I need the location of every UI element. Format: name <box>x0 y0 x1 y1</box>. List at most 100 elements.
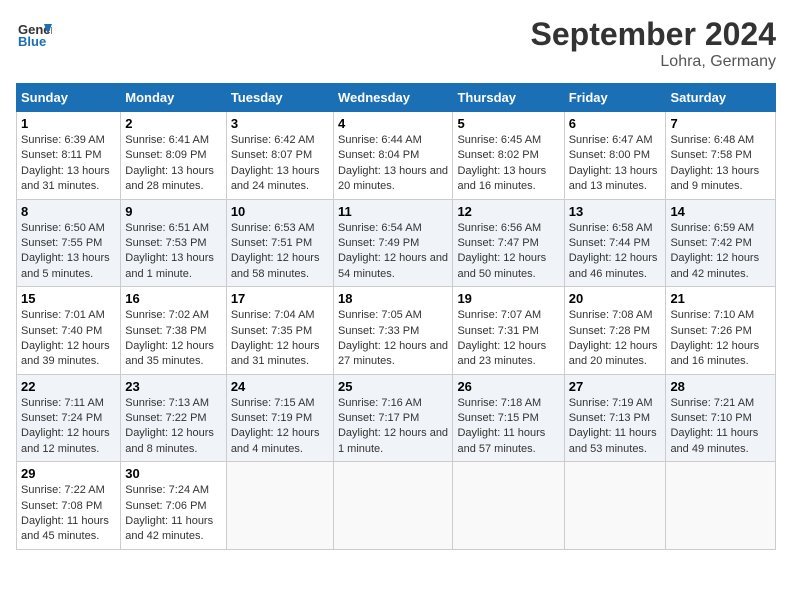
day-number: 1 <box>21 116 116 131</box>
day-number: 3 <box>231 116 329 131</box>
day-number: 23 <box>125 379 222 394</box>
calendar-week-row: 22 Sunrise: 7:11 AM Sunset: 7:24 PM Dayl… <box>17 374 776 462</box>
day-info: Sunrise: 7:15 AM Sunset: 7:19 PM Dayligh… <box>231 396 329 458</box>
calendar-cell: 27 Sunrise: 7:19 AM Sunset: 7:13 PM Dayl… <box>564 374 666 462</box>
daylight-label: Daylight: 13 hours and 13 minutes. <box>569 165 658 192</box>
sunset-label: Sunset: 7:55 PM <box>21 237 102 249</box>
sunrise-label: Sunrise: 6:48 AM <box>670 134 754 146</box>
sunrise-label: Sunrise: 7:15 AM <box>231 397 315 409</box>
day-info: Sunrise: 7:02 AM Sunset: 7:38 PM Dayligh… <box>125 308 222 370</box>
sunset-label: Sunset: 8:00 PM <box>569 149 650 161</box>
calendar-cell: 7 Sunrise: 6:48 AM Sunset: 7:58 PM Dayli… <box>666 112 776 200</box>
daylight-label: Daylight: 12 hours and 12 minutes. <box>21 427 110 454</box>
calendar-cell: 24 Sunrise: 7:15 AM Sunset: 7:19 PM Dayl… <box>226 374 333 462</box>
sunrise-label: Sunrise: 7:11 AM <box>21 397 104 409</box>
sunrise-label: Sunrise: 7:13 AM <box>125 397 209 409</box>
day-info: Sunrise: 6:56 AM Sunset: 7:47 PM Dayligh… <box>457 221 559 283</box>
day-info: Sunrise: 7:11 AM Sunset: 7:24 PM Dayligh… <box>21 396 116 458</box>
header-tuesday: Tuesday <box>226 84 333 112</box>
daylight-label: Daylight: 12 hours and 27 minutes. <box>338 340 448 367</box>
day-info: Sunrise: 7:19 AM Sunset: 7:13 PM Dayligh… <box>569 396 662 458</box>
day-info: Sunrise: 6:47 AM Sunset: 8:00 PM Dayligh… <box>569 133 662 195</box>
sunset-label: Sunset: 7:53 PM <box>125 237 206 249</box>
day-number: 24 <box>231 379 329 394</box>
calendar-cell: 8 Sunrise: 6:50 AM Sunset: 7:55 PM Dayli… <box>17 199 121 287</box>
day-number: 17 <box>231 291 329 306</box>
sunrise-label: Sunrise: 6:44 AM <box>338 134 422 146</box>
sunrise-label: Sunrise: 6:45 AM <box>457 134 541 146</box>
calendar-body: 1 Sunrise: 6:39 AM Sunset: 8:11 PM Dayli… <box>17 112 776 550</box>
header-saturday: Saturday <box>666 84 776 112</box>
calendar-cell: 22 Sunrise: 7:11 AM Sunset: 7:24 PM Dayl… <box>17 374 121 462</box>
day-info: Sunrise: 6:51 AM Sunset: 7:53 PM Dayligh… <box>125 221 222 283</box>
calendar-cell: 4 Sunrise: 6:44 AM Sunset: 8:04 PM Dayli… <box>333 112 452 200</box>
calendar-cell: 23 Sunrise: 7:13 AM Sunset: 7:22 PM Dayl… <box>121 374 227 462</box>
location-subtitle: Lohra, Germany <box>531 53 776 71</box>
daylight-label: Daylight: 11 hours and 42 minutes. <box>125 515 213 542</box>
sunrise-label: Sunrise: 7:16 AM <box>338 397 422 409</box>
day-number: 6 <box>569 116 662 131</box>
daylight-label: Daylight: 12 hours and 20 minutes. <box>569 340 658 367</box>
calendar-cell: 18 Sunrise: 7:05 AM Sunset: 7:33 PM Dayl… <box>333 287 452 375</box>
daylight-label: Daylight: 13 hours and 20 minutes. <box>338 165 448 192</box>
sunset-label: Sunset: 7:38 PM <box>125 325 206 337</box>
day-info: Sunrise: 6:41 AM Sunset: 8:09 PM Dayligh… <box>125 133 222 195</box>
daylight-label: Daylight: 12 hours and 16 minutes. <box>670 340 759 367</box>
calendar-cell: 25 Sunrise: 7:16 AM Sunset: 7:17 PM Dayl… <box>333 374 452 462</box>
day-number: 29 <box>21 466 116 481</box>
calendar-cell: 13 Sunrise: 6:58 AM Sunset: 7:44 PM Dayl… <box>564 199 666 287</box>
sunset-label: Sunset: 7:47 PM <box>457 237 538 249</box>
day-number: 7 <box>670 116 771 131</box>
day-number: 14 <box>670 204 771 219</box>
calendar-cell: 26 Sunrise: 7:18 AM Sunset: 7:15 PM Dayl… <box>453 374 564 462</box>
day-info: Sunrise: 7:04 AM Sunset: 7:35 PM Dayligh… <box>231 308 329 370</box>
day-number: 30 <box>125 466 222 481</box>
daylight-label: Daylight: 12 hours and 8 minutes. <box>125 427 214 454</box>
day-info: Sunrise: 6:45 AM Sunset: 8:02 PM Dayligh… <box>457 133 559 195</box>
calendar-cell <box>564 462 666 550</box>
day-number: 16 <box>125 291 222 306</box>
svg-text:Blue: Blue <box>18 34 46 49</box>
daylight-label: Daylight: 13 hours and 24 minutes. <box>231 165 320 192</box>
day-info: Sunrise: 6:53 AM Sunset: 7:51 PM Dayligh… <box>231 221 329 283</box>
sunset-label: Sunset: 8:07 PM <box>231 149 312 161</box>
sunrise-label: Sunrise: 6:42 AM <box>231 134 315 146</box>
day-info: Sunrise: 7:07 AM Sunset: 7:31 PM Dayligh… <box>457 308 559 370</box>
day-number: 10 <box>231 204 329 219</box>
sunrise-label: Sunrise: 7:19 AM <box>569 397 653 409</box>
logo: General Blue <box>16 16 52 52</box>
sunrise-label: Sunrise: 7:22 AM <box>21 484 105 496</box>
sunset-label: Sunset: 7:49 PM <box>338 237 419 249</box>
daylight-label: Daylight: 13 hours and 28 minutes. <box>125 165 214 192</box>
daylight-label: Daylight: 12 hours and 46 minutes. <box>569 252 658 279</box>
sunset-label: Sunset: 8:04 PM <box>338 149 419 161</box>
sunrise-label: Sunrise: 6:54 AM <box>338 222 422 234</box>
daylight-label: Daylight: 12 hours and 42 minutes. <box>670 252 759 279</box>
day-number: 25 <box>338 379 448 394</box>
sunset-label: Sunset: 7:15 PM <box>457 412 538 424</box>
sunrise-label: Sunrise: 7:05 AM <box>338 309 422 321</box>
sunrise-label: Sunrise: 6:47 AM <box>569 134 653 146</box>
calendar-cell <box>453 462 564 550</box>
calendar-cell: 9 Sunrise: 6:51 AM Sunset: 7:53 PM Dayli… <box>121 199 227 287</box>
day-number: 9 <box>125 204 222 219</box>
day-number: 28 <box>670 379 771 394</box>
day-number: 22 <box>21 379 116 394</box>
day-number: 20 <box>569 291 662 306</box>
title-block: September 2024 Lohra, Germany <box>531 16 776 71</box>
calendar-table: Sunday Monday Tuesday Wednesday Thursday… <box>16 83 776 550</box>
daylight-label: Daylight: 11 hours and 57 minutes. <box>457 427 545 454</box>
day-info: Sunrise: 7:13 AM Sunset: 7:22 PM Dayligh… <box>125 396 222 458</box>
day-number: 2 <box>125 116 222 131</box>
sunset-label: Sunset: 7:06 PM <box>125 500 206 512</box>
day-number: 26 <box>457 379 559 394</box>
day-info: Sunrise: 6:48 AM Sunset: 7:58 PM Dayligh… <box>670 133 771 195</box>
calendar-cell: 19 Sunrise: 7:07 AM Sunset: 7:31 PM Dayl… <box>453 287 564 375</box>
calendar-cell: 21 Sunrise: 7:10 AM Sunset: 7:26 PM Dayl… <box>666 287 776 375</box>
day-number: 11 <box>338 204 448 219</box>
sunrise-label: Sunrise: 6:50 AM <box>21 222 105 234</box>
sunrise-label: Sunrise: 7:10 AM <box>670 309 754 321</box>
sunset-label: Sunset: 7:13 PM <box>569 412 650 424</box>
sunrise-label: Sunrise: 6:59 AM <box>670 222 754 234</box>
calendar-cell: 16 Sunrise: 7:02 AM Sunset: 7:38 PM Dayl… <box>121 287 227 375</box>
